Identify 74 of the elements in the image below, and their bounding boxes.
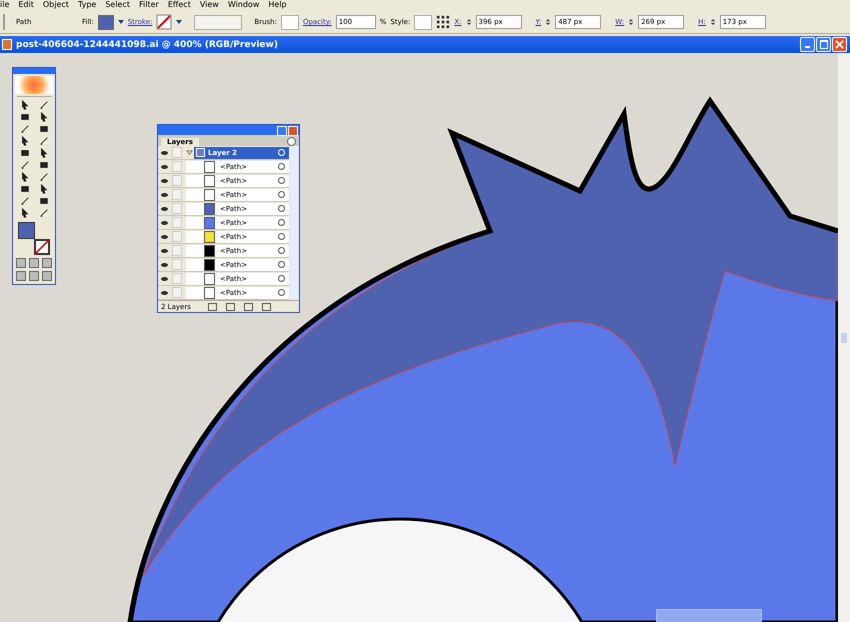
target-circle-icon[interactable] xyxy=(278,275,285,282)
spinner-arrows-icon[interactable] xyxy=(545,18,552,26)
spinner-arrows-icon[interactable] xyxy=(628,18,634,26)
fill-swatch[interactable] xyxy=(18,222,35,239)
spinner-arrows-icon[interactable] xyxy=(466,18,472,26)
dropdown-arrow-icon[interactable] xyxy=(118,20,124,24)
fill-swatch[interactable] xyxy=(98,14,114,30)
panel-menu-icon[interactable] xyxy=(287,137,296,146)
document-icon xyxy=(2,39,12,50)
vertical-scrollbar[interactable] xyxy=(838,53,850,622)
menu-item[interactable]: Help xyxy=(268,0,287,11)
document-title: post-406604-1244441098.ai @ 400% (RGB/Preview) xyxy=(16,40,278,50)
target-circle-icon[interactable] xyxy=(278,289,285,296)
none-mode-button[interactable] xyxy=(42,258,52,268)
target-circle-icon[interactable] xyxy=(278,177,285,184)
menu-item[interactable]: Type xyxy=(78,0,96,11)
menu-item[interactable]: Filter xyxy=(139,0,159,11)
menu-item[interactable]: View xyxy=(200,0,219,11)
target-circle-icon[interactable] xyxy=(278,191,285,198)
lock-toggle[interactable] xyxy=(172,245,182,256)
target-circle-icon[interactable] xyxy=(278,261,285,268)
eye-icon[interactable] xyxy=(161,220,168,224)
gradient-mode-button[interactable] xyxy=(29,258,39,268)
menu-item[interactable]: Select xyxy=(105,0,130,11)
menu-item[interactable]: Edit xyxy=(18,0,34,11)
eye-icon[interactable] xyxy=(161,164,168,168)
menu-item[interactable]: Object xyxy=(42,0,69,11)
flower-logo-icon xyxy=(15,76,53,94)
target-circle-icon[interactable] xyxy=(278,205,285,212)
eye-icon[interactable] xyxy=(161,262,168,266)
new-layer-button[interactable] xyxy=(244,302,253,310)
spinner-arrows-icon[interactable] xyxy=(710,18,716,26)
eye-icon[interactable] xyxy=(161,206,168,210)
lock-toggle[interactable] xyxy=(172,273,182,284)
eye-icon[interactable] xyxy=(161,248,168,252)
target-circle-icon[interactable] xyxy=(278,163,285,170)
minimize-button[interactable] xyxy=(800,37,815,52)
menu-item[interactable]: Effect xyxy=(168,0,191,11)
eye-icon[interactable] xyxy=(161,234,168,238)
close-button[interactable] xyxy=(288,126,298,136)
grip-handle[interactable] xyxy=(3,14,8,30)
reference-point-icon[interactable] xyxy=(436,15,450,29)
eye-icon[interactable] xyxy=(161,290,168,294)
make-clipping-mask-button[interactable] xyxy=(208,302,217,310)
close-button[interactable] xyxy=(832,37,847,52)
eye-icon[interactable] xyxy=(161,178,168,182)
layer-thumbnail-icon xyxy=(196,148,205,157)
trash-icon[interactable] xyxy=(262,302,271,310)
menu-item[interactable]: ile xyxy=(0,0,10,11)
target-circle-icon[interactable] xyxy=(278,233,285,240)
target-circle-icon[interactable] xyxy=(278,219,285,226)
dropdown-arrow-icon[interactable] xyxy=(176,20,182,24)
target-circle-icon[interactable] xyxy=(278,247,285,254)
lock-toggle[interactable] xyxy=(172,189,182,200)
lock-toggle[interactable] xyxy=(172,147,182,158)
eye-icon[interactable] xyxy=(161,276,168,280)
maximize-button[interactable] xyxy=(816,37,831,52)
menu-item[interactable]: Window xyxy=(228,0,260,11)
lock-toggle[interactable] xyxy=(172,287,182,298)
eye-icon[interactable] xyxy=(161,192,168,196)
lock-toggle[interactable] xyxy=(172,259,182,270)
eye-icon[interactable] xyxy=(161,150,168,154)
minimize-button[interactable] xyxy=(277,126,287,136)
new-sublayer-button[interactable] xyxy=(226,302,235,310)
panel-scrollbar[interactable] xyxy=(290,146,299,300)
no-stroke-swatch[interactable] xyxy=(34,239,50,255)
lock-toggle[interactable] xyxy=(172,217,182,228)
expand-triangle-icon[interactable] xyxy=(186,149,193,156)
lock-toggle[interactable] xyxy=(172,175,182,186)
color-mode-button[interactable] xyxy=(16,258,26,268)
lock-toggle[interactable] xyxy=(172,203,182,214)
lock-toggle[interactable] xyxy=(172,161,182,172)
no-stroke-swatch[interactable] xyxy=(156,14,172,30)
lock-toggle[interactable] xyxy=(172,231,182,242)
